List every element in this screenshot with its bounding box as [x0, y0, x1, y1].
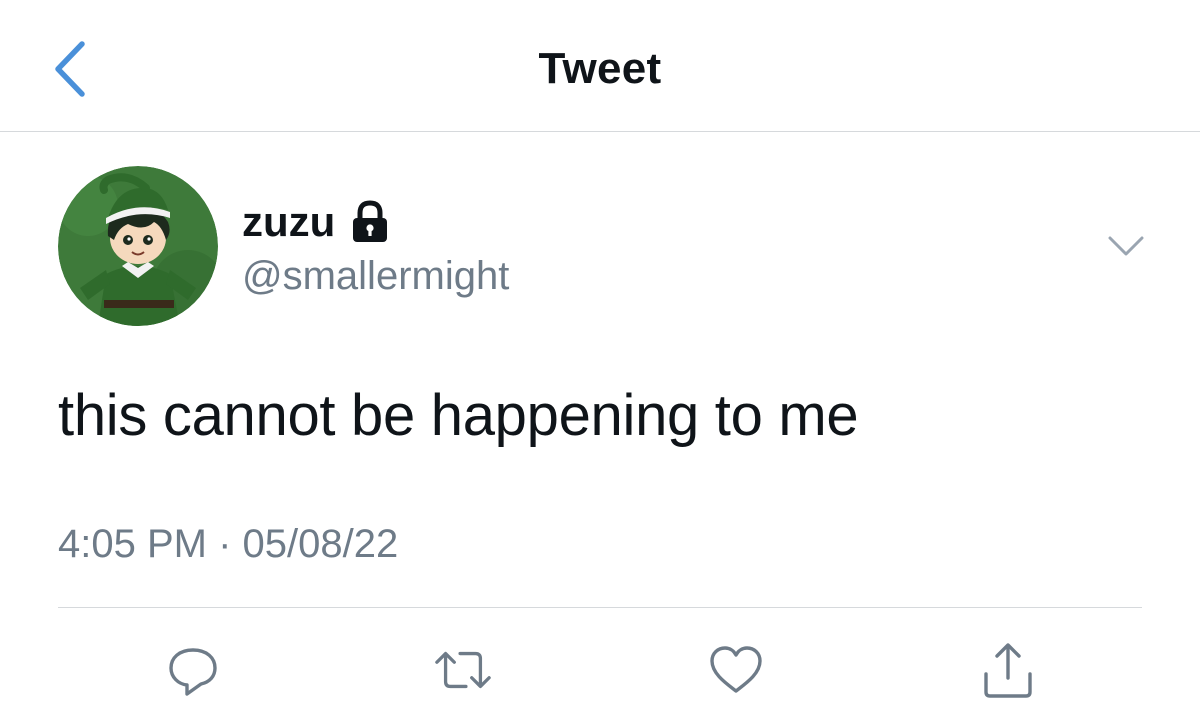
like-icon	[710, 646, 762, 693]
share-icon	[984, 643, 1032, 698]
share-button[interactable]	[978, 640, 1038, 700]
user-handle[interactable]: @smallermight	[242, 254, 509, 299]
divider	[58, 607, 1142, 608]
retweet-icon	[435, 651, 491, 689]
tweet-timestamp: 4:05 PM · 05/08/22	[58, 522, 398, 567]
tweet-author[interactable]: zuzu @smallermight	[242, 196, 509, 299]
tweet-text: this cannot be happening to me	[58, 383, 859, 448]
avatar-image	[58, 166, 218, 326]
tweet-date: 05/08/22	[242, 522, 399, 566]
avatar[interactable]	[58, 166, 218, 326]
display-name[interactable]: zuzu	[242, 198, 335, 246]
tweet-time: 4:05 PM	[58, 522, 207, 566]
tweet-menu-button[interactable]	[1106, 232, 1146, 260]
reply-icon	[169, 648, 217, 696]
retweet-button[interactable]	[433, 640, 493, 700]
lock-icon	[353, 200, 388, 242]
page-title: Tweet	[538, 44, 662, 93]
reply-button[interactable]	[163, 640, 223, 700]
timestamp-separator: ·	[218, 522, 232, 566]
like-button[interactable]	[706, 640, 766, 700]
chevron-down-icon	[1108, 236, 1144, 256]
navigation-bar: Tweet	[0, 0, 1200, 132]
